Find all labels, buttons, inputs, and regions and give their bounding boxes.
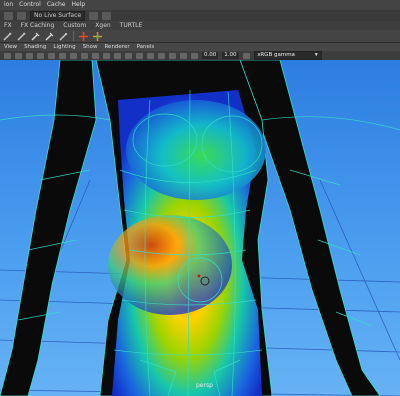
panel-toolbar: 0.00 1.00 sRGB gamma ▾ [0, 51, 400, 60]
main-menubar: ion Control Cache Help [0, 0, 400, 10]
paint-icon[interactable] [59, 32, 68, 41]
resolution-gate-icon[interactable] [70, 52, 77, 59]
xray-icon[interactable] [136, 52, 143, 59]
shadows-icon[interactable] [125, 52, 132, 59]
status-line: No Live Surface [0, 10, 400, 21]
grid-icon[interactable] [48, 52, 55, 59]
textured-icon[interactable] [103, 52, 110, 59]
menu-item-help[interactable]: Help [72, 0, 86, 10]
color-space-value: sRGB gamma [257, 52, 295, 58]
ipr-icon[interactable] [102, 11, 112, 20]
maya-window: ion Control Cache Help No Live Surface F… [0, 0, 400, 396]
color-management-icon[interactable] [242, 52, 250, 59]
ambient-occlusion-icon[interactable] [169, 52, 176, 59]
snap-icon[interactable] [4, 11, 13, 20]
wireframe-icon[interactable] [81, 52, 88, 59]
tab-custom[interactable]: Custom [63, 21, 86, 30]
viewport-scene [0, 60, 400, 396]
antialiasing-icon[interactable] [180, 52, 187, 59]
image-plane-icon[interactable] [37, 52, 44, 59]
tab-turtle[interactable]: TURTLE [120, 21, 143, 30]
camera-label: persp [196, 382, 213, 389]
far-clip-field[interactable]: 1.00 [222, 52, 239, 59]
tab-fx[interactable]: FX [4, 21, 12, 30]
menu-item[interactable]: ion [4, 0, 13, 10]
render-icon[interactable] [89, 11, 99, 20]
smooth-shade-icon[interactable] [92, 52, 99, 59]
panel-menu: View Shading Lighting Show Renderer Pane… [0, 42, 400, 51]
sculpt-icon[interactable] [45, 32, 54, 41]
lights-icon[interactable] [114, 52, 121, 59]
perspective-viewport[interactable]: persp [0, 60, 400, 396]
sculpt-icon[interactable] [31, 32, 40, 41]
pivot-icon[interactable] [93, 31, 102, 41]
brush-icon[interactable] [3, 32, 12, 41]
magnet-icon[interactable] [17, 11, 26, 20]
xray-joints-icon[interactable] [147, 52, 154, 59]
tab-xgen[interactable]: Xgen [95, 21, 110, 30]
camera-attributes-icon[interactable] [15, 52, 22, 59]
isolate-icon[interactable] [158, 52, 165, 59]
camera-icon[interactable] [4, 52, 11, 59]
shelf-divider [73, 31, 74, 41]
menu-item-cache[interactable]: Cache [47, 0, 66, 10]
color-space-dropdown[interactable]: sRGB gamma ▾ [253, 51, 322, 60]
live-surface-field[interactable]: No Live Surface [30, 10, 86, 21]
near-clip-field[interactable]: 0.00 [202, 52, 219, 59]
brush-icon[interactable] [17, 32, 26, 41]
film-gate-icon[interactable] [59, 52, 66, 59]
add-joint-icon[interactable] [79, 31, 88, 41]
chevron-down-icon: ▾ [314, 52, 318, 58]
menu-item-control[interactable]: Control [19, 0, 41, 10]
shelf [0, 30, 400, 42]
depth-of-field-icon[interactable] [191, 52, 198, 59]
bookmark-icon[interactable] [26, 52, 33, 59]
tab-fx-caching[interactable]: FX Caching [21, 21, 55, 30]
shelf-tabs: FX FX Caching Custom Xgen TURTLE [0, 21, 400, 30]
